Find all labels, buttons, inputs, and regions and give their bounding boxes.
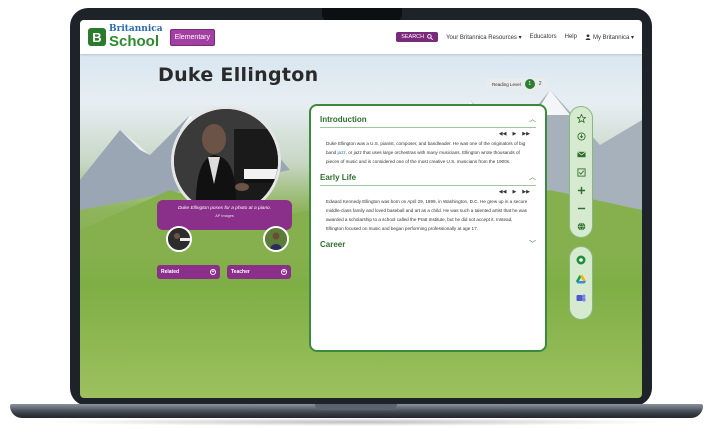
email-icon[interactable] [576, 149, 586, 159]
article-card: Introduction ︿ ◀◀ ▶ ▶▶ Duke Ellington wa… [309, 104, 547, 352]
plus-icon: + [210, 269, 216, 275]
section-title: Introduction [320, 114, 367, 124]
section-introduction: Introduction ︿ ◀◀ ▶ ▶▶ Duke Ellington wa… [320, 114, 536, 166]
trackpad-groove [315, 404, 397, 410]
forward-icon[interactable]: ▶▶ [522, 189, 530, 195]
nav-my-britannica[interactable]: My Britannica ▾ [585, 34, 634, 41]
section-header[interactable]: Introduction ︿ [320, 114, 536, 128]
reading-level-2-button[interactable]: 2 [539, 81, 545, 87]
logo-school: School [109, 33, 160, 50]
user-icon [585, 34, 591, 40]
laptop-shadow [40, 418, 673, 426]
screen: B Britannica School Elementary SEARCH Yo… [80, 20, 642, 398]
audio-controls: ◀◀ ▶ ▶▶ [320, 189, 530, 195]
plus-icon: + [281, 269, 287, 275]
google-drive-icon[interactable] [576, 274, 586, 284]
notes-icon[interactable] [576, 167, 586, 177]
search-button[interactable]: SEARCH [396, 32, 439, 42]
microsoft-teams-icon[interactable] [576, 293, 586, 303]
chevron-down-icon[interactable]: ﹀ [529, 239, 536, 249]
britannica-logo-icon: B [88, 28, 106, 46]
media-thumbnail-2[interactable] [263, 226, 289, 252]
related-button[interactable]: Related + [157, 265, 220, 279]
section-paragraph: Duke Ellington was a U.S. pianist, compo… [326, 141, 526, 164]
caption-credit: AP Images [215, 214, 234, 218]
section-title: Career [320, 239, 346, 249]
section-early-life: Early Life ︿ ◀◀ ▶ ▶▶ Edward Kennedy Elli… [320, 172, 536, 233]
play-icon[interactable]: ▶ [512, 189, 516, 195]
rewind-icon[interactable]: ◀◀ [499, 189, 507, 195]
britannica-school-logo[interactable]: B Britannica School Elementary [88, 25, 215, 49]
nav-resources[interactable]: Your Britannica Resources ▾ [446, 34, 522, 41]
audio-controls: ◀◀ ▶ ▶▶ [320, 131, 530, 137]
header-nav: SEARCH Your Britannica Resources ▾ Educa… [396, 32, 634, 42]
laptop-lid: B Britannica School Elementary SEARCH Yo… [70, 8, 652, 406]
chevron-up-icon[interactable]: ︿ [529, 114, 536, 124]
reading-level-label: Reading Level [492, 81, 521, 87]
section-title: Early Life [320, 172, 357, 182]
nav-help[interactable]: Help [565, 34, 577, 40]
save-icon[interactable] [576, 131, 586, 141]
section-header[interactable]: Early Life ︿ [320, 172, 536, 186]
caption-text: Duke Ellington poses for a photo at a pi… [177, 206, 272, 211]
section-career: Career ﹀ [320, 239, 536, 252]
forward-icon[interactable]: ▶▶ [522, 131, 530, 137]
play-icon[interactable]: ▶ [512, 131, 516, 137]
search-icon [427, 34, 434, 40]
reading-level-switch: Reading Level 1 2 [484, 78, 548, 90]
star-icon[interactable] [576, 113, 586, 123]
media-thumbnail-1[interactable] [166, 226, 192, 252]
google-classroom-icon[interactable] [576, 255, 586, 265]
teacher-button[interactable]: Teacher + [227, 265, 291, 279]
section-paragraph: Edward Kennedy Ellington was born on Apr… [326, 199, 528, 231]
zoom-out-icon[interactable] [576, 203, 586, 213]
jazz-link[interactable]: jazz [338, 150, 346, 155]
reading-level-1-button[interactable]: 1 [524, 79, 535, 89]
section-header[interactable]: Career ﹀ [320, 239, 536, 252]
page-title: Duke Ellington [158, 64, 319, 86]
laptop-base [10, 404, 703, 418]
nav-educators[interactable]: Educators [530, 34, 557, 40]
site-header: B Britannica School Elementary SEARCH Yo… [80, 20, 642, 54]
share-rail [569, 246, 593, 320]
translate-icon[interactable] [576, 221, 586, 231]
elementary-level-badge[interactable]: Elementary [169, 28, 215, 46]
rewind-icon[interactable]: ◀◀ [499, 131, 507, 137]
chevron-up-icon[interactable]: ︿ [529, 172, 536, 182]
tools-rail [569, 106, 593, 238]
zoom-in-icon[interactable] [576, 185, 586, 195]
